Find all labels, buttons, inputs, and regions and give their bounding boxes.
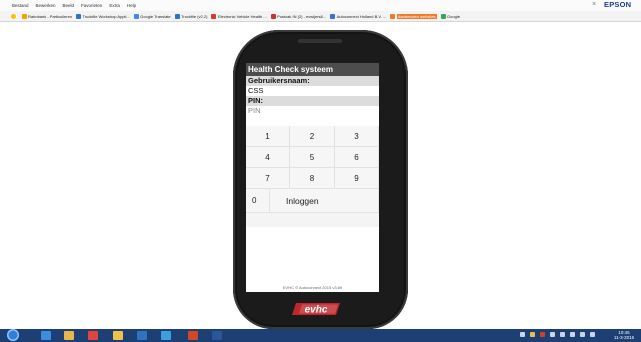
phone-speaker: [298, 39, 342, 43]
menu-bewerken[interactable]: Bewerken: [36, 3, 56, 8]
google-icon: [440, 13, 446, 19]
tray-app-icon[interactable]: [530, 332, 535, 337]
word-icon[interactable]: [212, 331, 222, 340]
app-footer: EVHC © Autoconnect 2015 v3.69: [282, 285, 343, 290]
menu-favorieten[interactable]: Favorieten: [81, 3, 102, 8]
key-9[interactable]: 9: [335, 168, 379, 189]
close-icon[interactable]: ×: [592, 1, 596, 8]
tray-battery-icon[interactable]: [580, 332, 585, 337]
menu-beeld[interactable]: Beeld: [63, 3, 75, 8]
key-0[interactable]: 0: [246, 189, 270, 213]
key-7[interactable]: 7: [246, 168, 290, 189]
key-3[interactable]: 3: [335, 126, 379, 147]
autoconnect-icon: [330, 13, 336, 19]
truckfile-icon: [76, 13, 82, 19]
rabobank-icon: [21, 13, 27, 19]
start-button-icon[interactable]: [7, 329, 19, 341]
taskbar-clock[interactable]: 10:45 11-3-2016: [612, 330, 636, 340]
app-screen: Health Check systeem Gebruikersnaam: PIN…: [246, 63, 379, 292]
fav-rabobank[interactable]: Rabobank - Particulieren: [21, 13, 72, 19]
menu-bestand[interactable]: Bestand: [12, 3, 29, 8]
folder-icon[interactable]: [113, 331, 123, 340]
clock-date: 11-3-2016: [613, 335, 635, 340]
evhc-logo: evhc: [292, 302, 342, 316]
chrome-icon[interactable]: [88, 331, 98, 340]
key-4[interactable]: 4: [246, 147, 290, 168]
username-label: Gebruikersnaam:: [246, 76, 379, 86]
suggested-sites-icon: [390, 13, 396, 19]
pin-field[interactable]: [246, 106, 379, 116]
tray-wifi-icon[interactable]: [590, 332, 595, 337]
evhc-icon: [211, 13, 217, 19]
menu-extra[interactable]: Extra: [109, 3, 120, 8]
favorites-star-icon[interactable]: [11, 13, 18, 19]
pin-label: PIN:: [246, 96, 379, 106]
ie-alt-icon[interactable]: [161, 331, 171, 340]
tray-arrow-icon[interactable]: [520, 332, 525, 337]
explorer-icon[interactable]: [64, 331, 74, 340]
tray-network-icon[interactable]: [550, 332, 555, 337]
key-8[interactable]: 8: [290, 168, 335, 189]
epson-brand: EPSON: [604, 0, 632, 9]
fav-postvak[interactable]: Postvak IN (2) - evwijers8...: [270, 13, 326, 19]
mail-icon: [270, 13, 276, 19]
tray-alert-icon[interactable]: [540, 332, 545, 337]
key-5[interactable]: 5: [290, 147, 335, 168]
username-field[interactable]: [246, 86, 379, 96]
favorites-bar: Rabobank - Particulieren Truckfile Works…: [0, 11, 641, 22]
menu-help[interactable]: Help: [127, 3, 136, 8]
key-6[interactable]: 6: [335, 147, 379, 168]
tray-volume-icon[interactable]: [570, 332, 575, 337]
ie-icon[interactable]: [41, 331, 51, 340]
fav-autoconnect[interactable]: Autoconnect Holland B.V. ...: [330, 13, 386, 19]
app-title: Health Check systeem: [246, 63, 379, 76]
key-2[interactable]: 2: [290, 126, 335, 147]
truckfile-icon: [174, 13, 180, 19]
tray-flag-icon[interactable]: [560, 332, 565, 337]
fav-truckfile-v22[interactable]: Truckfile (v2.2): [174, 13, 207, 19]
key-1[interactable]: 1: [246, 126, 290, 147]
fav-evhc[interactable]: Electronic Vehicle Health ...: [211, 13, 267, 19]
fav-google[interactable]: Google: [440, 13, 460, 19]
powerpoint-icon[interactable]: [188, 331, 198, 340]
svg-text:evhc: evhc: [305, 305, 328, 316]
fav-google-translate[interactable]: Google Translate: [133, 13, 171, 19]
fav-truckfile-workshop[interactable]: Truckfile Workshop Appli...: [76, 13, 130, 19]
windows-taskbar: 10:45 11-3-2016: [0, 329, 641, 342]
outlook-icon[interactable]: [137, 331, 147, 340]
keypad: 1 2 3 4 5 6 7 8 9 0 Inloggen: [246, 126, 379, 227]
fav-aanbevolen[interactable]: Aanbevolen websites: [390, 13, 437, 19]
login-button[interactable]: Inloggen: [270, 189, 379, 213]
browser-menubar: Bestand Bewerken Beeld Favorieten Extra …: [0, 0, 641, 11]
google-translate-icon: [133, 13, 139, 19]
